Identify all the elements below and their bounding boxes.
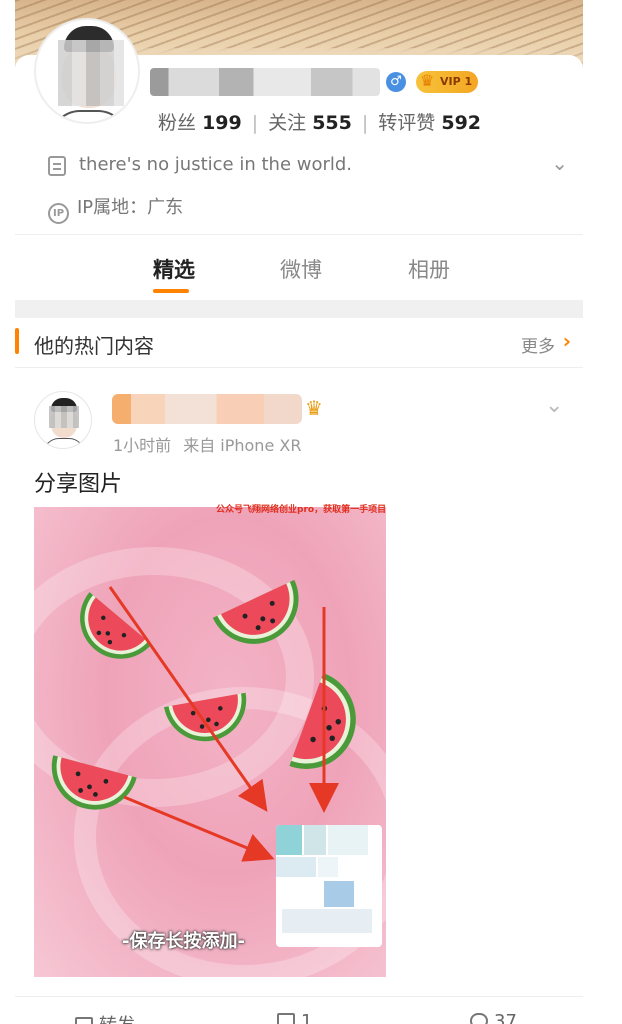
comment-icon xyxy=(277,1013,295,1024)
document-icon xyxy=(48,156,66,176)
post-text: 分享图片 xyxy=(34,472,123,497)
interactions-stat[interactable]: 转评赞 592 xyxy=(378,112,481,134)
post-menu-chevron-icon[interactable]: ⌄ xyxy=(545,393,563,418)
like-button[interactable]: 37 xyxy=(470,1011,517,1024)
username-blurred xyxy=(150,68,380,96)
ip-location-row: IP IP属地：广东 xyxy=(48,193,183,224)
chevron-right-icon[interactable]: › xyxy=(563,329,571,353)
section-separator xyxy=(15,300,583,318)
comment-button[interactable]: 1 xyxy=(277,1011,312,1024)
post-image[interactable]: -保存长按添加- xyxy=(34,507,386,977)
post-meta: 1小时前 来自 iPhone XR xyxy=(113,432,301,456)
repost-button[interactable]: 转发 xyxy=(75,1011,135,1024)
ip-location-text: IP属地：广东 xyxy=(77,197,184,218)
repost-icon xyxy=(75,1017,93,1024)
followers-stat[interactable]: 粉丝 199 xyxy=(158,112,242,134)
male-gender-icon: ♂ xyxy=(386,72,406,92)
post-source: 来自 iPhone XR xyxy=(183,436,302,455)
more-link[interactable]: 更多 xyxy=(521,332,555,357)
post-author-name-blurred[interactable] xyxy=(112,394,302,424)
tab-album[interactable]: 相册 xyxy=(408,254,450,284)
bio-row[interactable]: there's no justice in the world. ⌄ xyxy=(48,151,568,181)
crown-icon: ♛ xyxy=(305,396,323,420)
tab-weibo[interactable]: 微博 xyxy=(280,254,322,284)
bio-text: there's no justice in the world. xyxy=(79,154,353,175)
tab-featured[interactable]: 精选 xyxy=(153,254,195,284)
weibo-profile-page: ♂ VIP 1 粉丝 199|关注 555|转评赞 592 there's no… xyxy=(0,0,622,1024)
section-title: 他的热门内容 xyxy=(34,334,154,358)
profile-tabs: 精选 微博 相册 xyxy=(15,236,583,300)
section-accent-bar xyxy=(15,328,19,354)
chevron-down-icon[interactable]: ⌄ xyxy=(551,151,568,175)
divider xyxy=(15,234,583,235)
qr-code-blurred[interactable] xyxy=(276,825,382,947)
post-action-bar: 转发 1 37 xyxy=(15,996,583,1024)
post-author-avatar[interactable] xyxy=(34,391,92,449)
profile-avatar[interactable] xyxy=(34,18,140,124)
following-stat[interactable]: 关注 555 xyxy=(268,112,352,134)
post-time: 1小时前 xyxy=(113,436,172,455)
watermelon-slice-image xyxy=(164,692,247,742)
like-icon xyxy=(470,1013,488,1024)
watermark-text: 公众号飞翔网络创业pro，获取第一手项目 xyxy=(216,505,387,515)
active-tab-indicator xyxy=(153,289,189,293)
divider xyxy=(15,367,583,368)
profile-stats: 粉丝 199 | 关注 555 | 转评赞 592 xyxy=(158,112,482,134)
vip-badge[interactable]: VIP 1 xyxy=(416,70,479,93)
ip-location-icon: IP xyxy=(48,203,69,224)
image-caption: -保存长按添加- xyxy=(122,931,245,952)
hot-content-header: 他的热门内容 更多 › xyxy=(15,320,583,366)
